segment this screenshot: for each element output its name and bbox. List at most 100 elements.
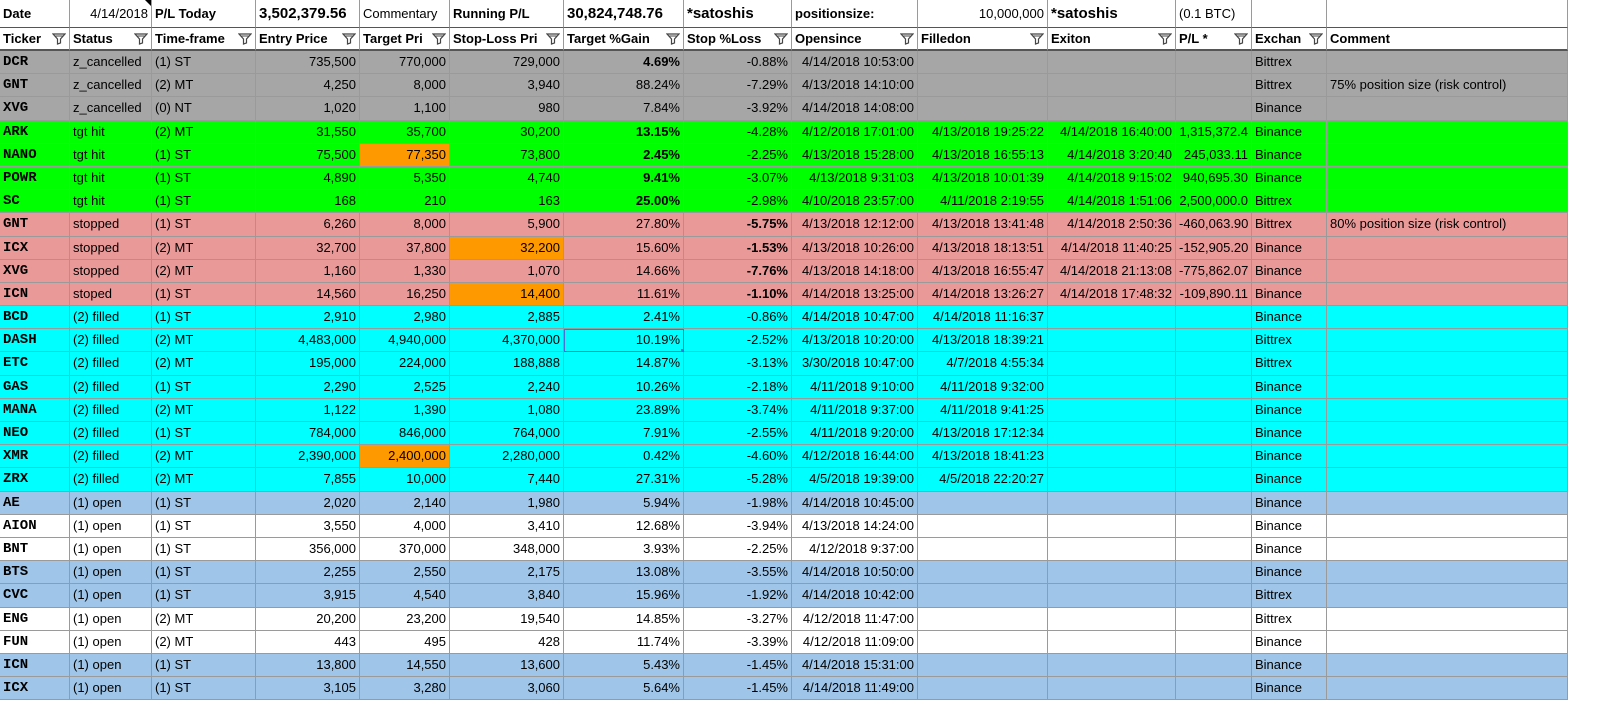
- cell-time-frame[interactable]: (2) MT: [152, 352, 256, 376]
- cell-target-price[interactable]: 370,000: [360, 537, 450, 562]
- cell-pl[interactable]: [1176, 51, 1252, 75]
- cell-target-gain[interactable]: 14.66%: [564, 259, 684, 283]
- cell-exiton[interactable]: [1048, 375, 1176, 399]
- cell-filledon[interactable]: [918, 653, 1048, 678]
- cell-stop-loss-pct[interactable]: -2.98%: [684, 190, 792, 214]
- cell-exiton[interactable]: [1048, 514, 1176, 538]
- cell-pl[interactable]: [1176, 514, 1252, 538]
- cell-time-frame[interactable]: (2) MT: [152, 74, 256, 98]
- cell-opensince[interactable]: 4/13/2018 10:26:00: [792, 236, 918, 260]
- cell-pl[interactable]: [1176, 352, 1252, 376]
- cell-stop-loss-pct[interactable]: -0.86%: [684, 306, 792, 330]
- cell-filledon[interactable]: 4/13/2018 13:41:48: [918, 213, 1048, 237]
- cell-status[interactable]: (2) filled: [70, 375, 152, 399]
- cell-target-gain[interactable]: 15.96%: [564, 584, 684, 608]
- cell-comment[interactable]: [1327, 607, 1568, 631]
- cell-exiton[interactable]: [1048, 445, 1176, 469]
- positionsize-value[interactable]: 10,000,000: [918, 0, 1048, 28]
- cell-pl[interactable]: [1176, 445, 1252, 469]
- cell-stop-loss-pct[interactable]: -1.92%: [684, 584, 792, 608]
- cell-exchange[interactable]: Binance: [1252, 445, 1327, 469]
- cell-filledon[interactable]: [918, 537, 1048, 562]
- cell-exchange[interactable]: Binance: [1252, 468, 1327, 492]
- cell-ticker[interactable]: POWR: [0, 166, 70, 191]
- cell-time-frame[interactable]: (1) ST: [152, 422, 256, 446]
- cell-opensince[interactable]: 4/11/2018 9:20:00: [792, 422, 918, 446]
- cell-opensince[interactable]: 4/11/2018 9:37:00: [792, 398, 918, 422]
- cell-target-gain[interactable]: 0.42%: [564, 445, 684, 469]
- column-header-exiton[interactable]: Exiton: [1048, 28, 1176, 51]
- cell-time-frame[interactable]: (2) MT: [152, 236, 256, 260]
- cell-exchange[interactable]: Binance: [1252, 166, 1327, 191]
- cell-exchange[interactable]: Binance: [1252, 120, 1327, 144]
- filter-icon[interactable]: [52, 33, 66, 45]
- cell-ticker[interactable]: ICN: [0, 653, 70, 678]
- cell-filledon[interactable]: 4/11/2018 9:32:00: [918, 375, 1048, 399]
- cell-target-gain[interactable]: 3.93%: [564, 537, 684, 562]
- cell-ticker[interactable]: SC: [0, 190, 70, 214]
- cell-target-price[interactable]: 2,550: [360, 561, 450, 585]
- cell-status[interactable]: (1) open: [70, 537, 152, 562]
- cell-target-price[interactable]: 4,940,000: [360, 329, 450, 353]
- cell-exiton[interactable]: [1048, 468, 1176, 492]
- cell-pl[interactable]: -152,905.20: [1176, 236, 1252, 260]
- cell-entry-price[interactable]: 75,500: [256, 143, 360, 167]
- cell-stop-loss-price[interactable]: 1,070: [450, 259, 564, 283]
- cell-exchange[interactable]: Bittrex: [1252, 213, 1327, 237]
- cell-status[interactable]: stopped: [70, 259, 152, 283]
- cell-status[interactable]: (2) filled: [70, 352, 152, 376]
- cell-comment[interactable]: [1327, 537, 1568, 562]
- cell-target-price[interactable]: 10,000: [360, 468, 450, 492]
- cell-exiton[interactable]: [1048, 491, 1176, 515]
- date-value[interactable]: 4/14/2018: [70, 0, 152, 28]
- column-header-exchange[interactable]: Exchan: [1252, 28, 1327, 51]
- cell-stop-loss-price[interactable]: 2,175: [450, 561, 564, 585]
- cell-stop-loss-pct[interactable]: -7.76%: [684, 259, 792, 283]
- cell-exiton[interactable]: [1048, 352, 1176, 376]
- cell-exiton[interactable]: [1048, 74, 1176, 98]
- cell-status[interactable]: (2) filled: [70, 306, 152, 330]
- column-header-stop-loss-price[interactable]: Stop-Loss Pri: [450, 28, 564, 51]
- cell-exchange[interactable]: Binance: [1252, 514, 1327, 538]
- unit-label-2[interactable]: *satoshis: [1048, 0, 1176, 28]
- cell-stop-loss-pct[interactable]: -1.10%: [684, 282, 792, 307]
- cell-pl[interactable]: [1176, 677, 1252, 701]
- cell-opensince[interactable]: 4/11/2018 9:10:00: [792, 375, 918, 399]
- cell-target-gain[interactable]: 7.84%: [564, 97, 684, 121]
- cell-exchange[interactable]: Binance: [1252, 143, 1327, 167]
- cell-target-gain[interactable]: 23.89%: [564, 398, 684, 422]
- cell-comment[interactable]: [1327, 259, 1568, 283]
- cell-status[interactable]: (2) filled: [70, 398, 152, 422]
- cell-pl[interactable]: [1176, 306, 1252, 330]
- cell-filledon[interactable]: [918, 491, 1048, 515]
- cell-stop-loss-pct[interactable]: -0.88%: [684, 51, 792, 75]
- cell-exiton[interactable]: 4/14/2018 1:51:06: [1048, 190, 1176, 214]
- empty-cell[interactable]: [1252, 0, 1327, 28]
- cell-ticker[interactable]: ICX: [0, 677, 70, 701]
- cell-exiton[interactable]: 4/14/2018 9:15:02: [1048, 166, 1176, 191]
- cell-target-price[interactable]: 846,000: [360, 422, 450, 446]
- filter-icon[interactable]: [1030, 33, 1044, 45]
- cell-entry-price[interactable]: 195,000: [256, 352, 360, 376]
- cell-comment[interactable]: [1327, 329, 1568, 353]
- cell-entry-price[interactable]: 784,000: [256, 422, 360, 446]
- cell-exchange[interactable]: Binance: [1252, 561, 1327, 585]
- cell-entry-price[interactable]: 31,550: [256, 120, 360, 144]
- cell-opensince[interactable]: 4/10/2018 23:57:00: [792, 190, 918, 214]
- cell-stop-loss-price[interactable]: 163: [450, 190, 564, 214]
- cell-comment[interactable]: [1327, 422, 1568, 446]
- cell-time-frame[interactable]: (1) ST: [152, 143, 256, 167]
- cell-stop-loss-price[interactable]: 19,540: [450, 607, 564, 631]
- cell-ticker[interactable]: ZRX: [0, 468, 70, 492]
- cell-stop-loss-price[interactable]: 729,000: [450, 51, 564, 75]
- cell-time-frame[interactable]: (2) MT: [152, 259, 256, 283]
- cell-time-frame[interactable]: (1) ST: [152, 51, 256, 75]
- cell-ticker[interactable]: XVG: [0, 97, 70, 121]
- cell-time-frame[interactable]: (1) ST: [152, 282, 256, 307]
- cell-comment[interactable]: [1327, 514, 1568, 538]
- cell-ticker[interactable]: XMR: [0, 445, 70, 469]
- cell-comment[interactable]: [1327, 306, 1568, 330]
- cell-target-gain[interactable]: 27.80%: [564, 213, 684, 237]
- cell-comment[interactable]: [1327, 352, 1568, 376]
- cell-exiton[interactable]: [1048, 630, 1176, 654]
